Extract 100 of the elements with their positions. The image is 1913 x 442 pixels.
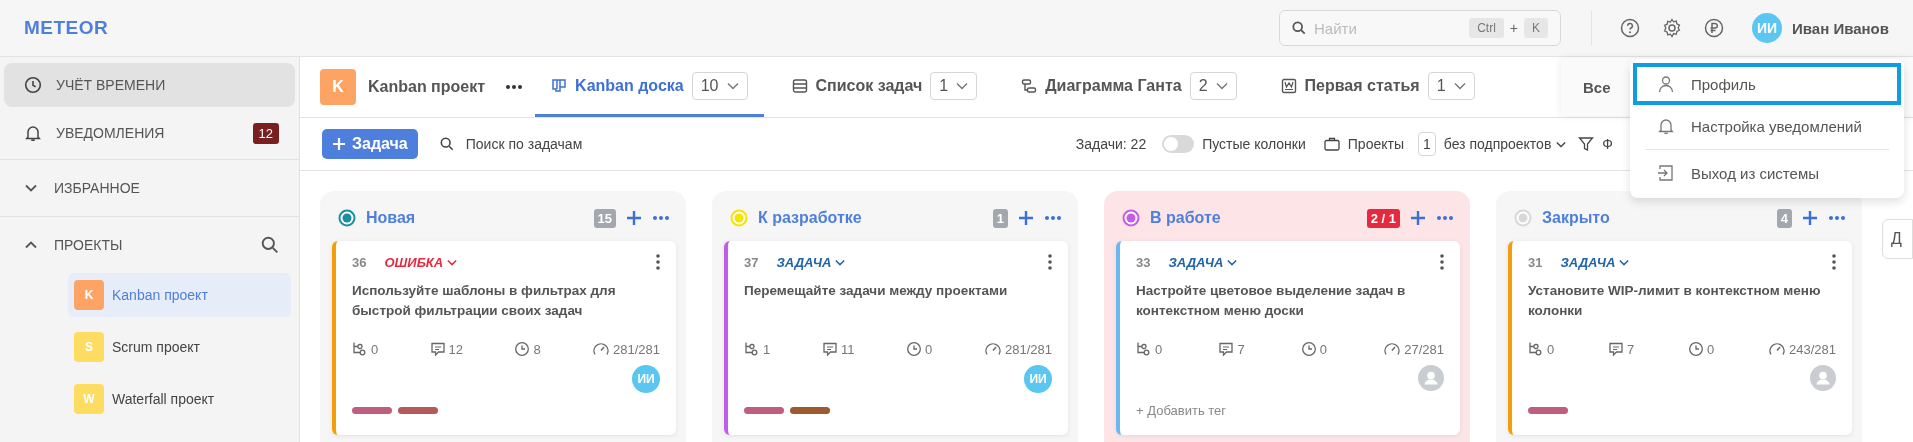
search-field[interactable]: Найти Ctrl + K [1279,10,1562,46]
sidebar-section[interactable]: ИЗБРАННОЕ [0,159,299,216]
more-icon[interactable] [505,84,524,90]
settings-icon[interactable] [1662,18,1683,38]
notification-badge: 12 [252,122,279,144]
project-title[interactable]: Kanban проект [368,78,486,96]
project-logo: W [74,384,104,414]
app-logo[interactable]: METEOR [24,17,109,39]
list-icon [791,77,808,94]
estimate: 281/281 [612,341,660,357]
menu-item[interactable]: Настройка уведомлений [1633,105,1901,147]
add-task-button[interactable]: Задача [322,129,418,159]
task-number: 31 [1528,254,1543,270]
sidebar-item[interactable]: УВЕДОМЛЕНИЯ 12 [4,111,295,155]
comments-count: 11 [840,341,855,357]
time-spent: 8 [533,341,541,357]
kebab-menu-icon[interactable] [1440,254,1444,270]
column-title: В работе [1150,209,1222,227]
plus-icon [332,137,346,151]
plus-icon[interactable] [1018,210,1034,226]
comments-count: 7 [1627,341,1635,357]
chevron-down-icon [447,258,458,266]
column-count: 15 [593,208,616,228]
filter-icon[interactable] [1578,136,1595,152]
view-tab[interactable]: Список задач 1 [775,57,994,117]
task-type-select[interactable]: ЗАДАЧА [1560,254,1630,270]
kebab-menu-icon[interactable] [1048,254,1052,270]
user-name[interactable]: Иван Иванов [1792,19,1889,37]
clock-icon [1688,341,1704,357]
column-count: 2 / 1 [1366,208,1400,228]
search-input[interactable]: Найти [1312,18,1464,38]
plus-icon[interactable] [626,210,642,226]
tag-chip[interactable] [398,406,438,414]
exit-icon [1657,164,1675,182]
column-count: 1 [992,208,1008,228]
task-type-select[interactable]: ЗАДАЧА [1168,254,1238,270]
projects-scope-select[interactable]: без подпроектов [1443,136,1567,152]
project-item[interactable]: W Waterfall проект [68,377,291,421]
shortcut-key: Ctrl [1469,18,1504,38]
tab-count-select[interactable]: 2 [1189,71,1237,100]
tag-chip[interactable] [352,406,392,414]
project-logo: S [74,332,104,362]
tag-chip[interactable] [1528,406,1568,414]
chevron-down-icon [835,258,846,266]
side-field[interactable]: Д [1882,219,1913,259]
tab-count-select[interactable]: 1 [1427,71,1475,100]
task-type-select[interactable]: ОШИБКА [384,254,458,270]
comment-icon [1218,341,1235,357]
ruble-icon[interactable] [1704,18,1725,38]
estimate: 281/281 [1005,341,1052,357]
clock-icon [514,341,531,357]
menu-item[interactable]: Профиль [1633,63,1901,105]
subtasks-icon [1136,341,1152,357]
kebab-menu-icon[interactable] [1832,254,1836,270]
view-tab[interactable]: Диаграмма Ганта 2 [1005,57,1253,117]
gauge-icon [1768,341,1786,357]
project-logo: K [74,280,104,310]
tag-chip[interactable] [744,406,784,414]
time-spent: 0 [925,341,933,357]
plus-icon[interactable] [1802,210,1818,226]
search-icon[interactable] [261,236,279,254]
project-logo: K [320,69,356,105]
clock-icon [906,341,923,357]
task-card[interactable]: 37 ЗАДАЧА Перемещайте задачи между проектами 1 11 0 281/281 ИИ [724,241,1068,435]
subtasks-count: 1 [763,341,771,357]
task-type-select[interactable]: ЗАДАЧА [776,254,846,270]
chevron-down-icon [1453,81,1466,90]
kebab-menu-icon[interactable] [656,254,660,270]
task-number: 33 [1136,254,1151,270]
empty-columns-toggle[interactable] [1162,135,1195,153]
search-icon [1292,21,1307,35]
projects-count: 1 [1417,132,1436,156]
tab-count-select[interactable]: 1 [930,71,978,100]
gantt-icon [1021,77,1038,94]
chevron-down-icon [1215,81,1228,90]
help-icon[interactable] [1620,18,1641,38]
shortcut-key: K [1524,18,1549,38]
sidebar-item[interactable]: УЧЁТ ВРЕМЕНИ [4,63,295,107]
project-item[interactable]: S Scrum проект [68,325,291,369]
search-icon [439,137,454,151]
toggle-label: Пустые колонки [1202,136,1306,152]
task-card[interactable]: 33 ЗАДАЧА Настройте цветовое выделение задач в контекстном меню доски 0 7 0 27/281 + Добавить тег [1116,241,1460,435]
add-tag-link[interactable]: + Добавить тег [1136,402,1227,418]
filter-label[interactable]: Ф [1602,136,1613,152]
comment-icon [821,341,838,357]
tab-count-select[interactable]: 10 [691,71,748,100]
view-tab[interactable]: Первая статья 1 [1264,57,1491,117]
projects-label: Проекты [1347,136,1404,152]
task-card[interactable]: 31 ЗАДАЧА Установите WIP-лимит в контекстном меню колонки 0 7 0 243/281 [1508,241,1852,435]
plus-icon[interactable] [1410,210,1426,226]
tag-chip[interactable] [790,406,830,414]
view-tab[interactable]: Kanban доска 10 [535,57,764,117]
task-card[interactable]: 36 ОШИБКА Используйте шаблоны в фильтрах для быстрой фильтрации своих задач 0 12 8 281/281 ИИ [332,241,676,435]
subtasks-icon [1528,341,1544,357]
gauge-icon [591,341,610,357]
task-number: 37 [744,254,759,270]
chevron-down-icon [956,81,969,90]
menu-item[interactable]: Выход из системы [1633,152,1901,194]
task-title: Используйте шаблоны в фильтрах для быстрой фильтрации своих задач [352,282,617,320]
task-title: Установите WIP-лимит в контекстном меню колонки [1528,282,1822,320]
